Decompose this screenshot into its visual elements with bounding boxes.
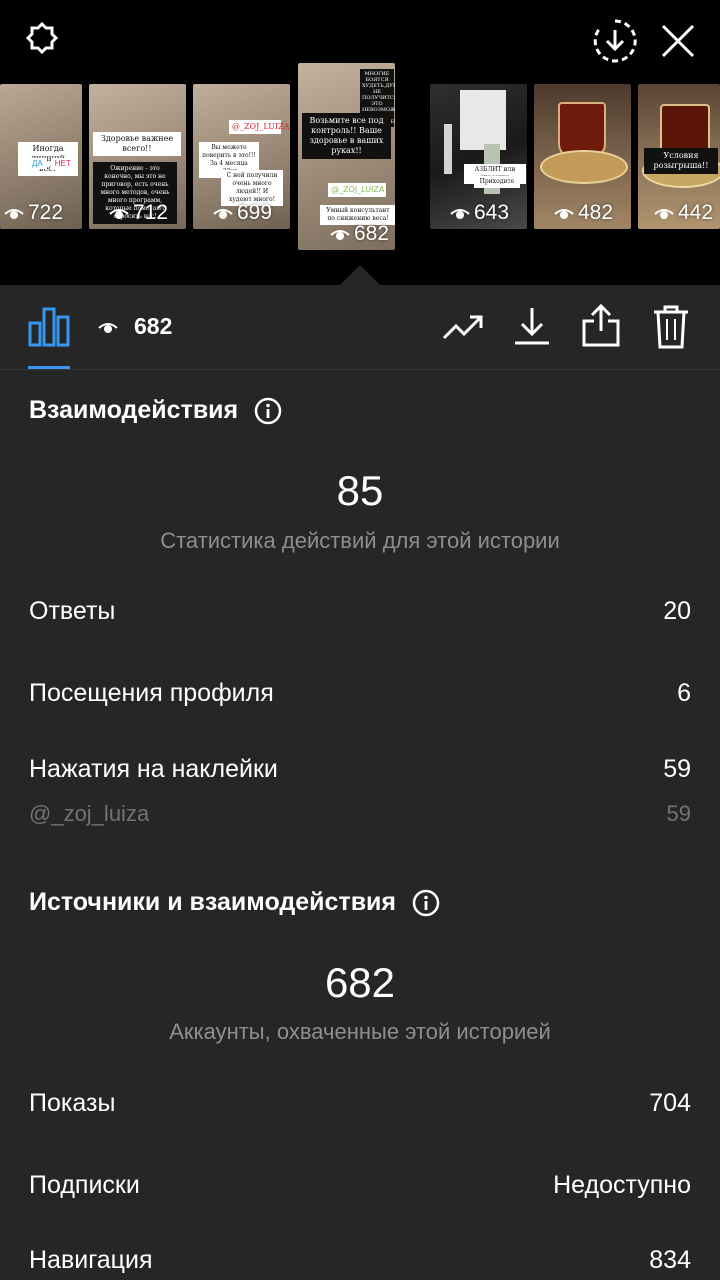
stat-value: 704 [649,1089,691,1117]
stat-label: Посещения профиля [29,679,274,707]
interactions-subtitle: Статистика действий для этой истории [160,528,560,553]
bar-chart-icon[interactable] [28,307,70,347]
thumbnail-views: 722 [4,201,63,225]
eye-icon [554,209,574,219]
interactions-total: 85 [336,467,384,514]
eye-icon [4,209,24,219]
story-thumbnail[interactable]: Здоровье важнее всего!! Ожирение - это к… [89,84,186,229]
stat-value: 834 [649,1246,691,1274]
active-tab-indicator [28,366,70,369]
story-thumbnail-selected[interactable]: МНОГИЕ БОЯТСЯ ХУДЕТЬ,ДУМАЯ,ЧТО НЕ ПОЛУЧИ… [298,63,395,250]
stat-label: Нажатия на наклейки [29,755,278,783]
stat-value: 6 [677,679,691,707]
thumbnail-views: 712 [109,201,168,225]
thumbnail-caption: @_ZOJ_LUIZA [229,120,289,134]
stat-value: Недоступно [553,1171,691,1199]
sources-total: 682 [324,959,396,1006]
story-thumbnail[interactable]: @_ZOJ_LUIZA Вы можете поверить в это!!! … [193,84,290,229]
thumbnail-caption: Здоровье важнее всего!! [93,132,181,156]
sources-title: Источники и взаимодействия [29,888,440,917]
stat-value: 59 [666,801,691,826]
thumbnail-views: 482 [554,201,613,225]
poll-yes: ДА [28,158,47,169]
sources-subtitle: Аккаунты, охваченные этой историей [169,1019,551,1044]
story-thumbnail[interactable]: 482 [534,84,631,229]
stat-value: 59 [663,755,691,783]
story-thumbnail[interactable]: АЗБЛИТ или спасение Приходите 643 [430,84,527,229]
thumbnail-caption: @_ZOJ_LUIZA [328,183,386,197]
story-thumbnail[interactable]: Иногда лишний вес? ДА НЕТ 722 [0,84,82,229]
stat-label: Показы [29,1089,116,1117]
stat-row-replies: Ответы 20 [29,597,691,626]
stat-row-follows: Подписки Недоступно [29,1171,691,1200]
views-count-value: 682 [134,313,173,339]
thumbnail-caption: Возьмите все под контроль!! Ваше здоровь… [302,113,391,159]
stat-row-profile-visits: Посещения профиля 6 [29,679,691,708]
share-icon[interactable] [582,303,620,347]
thumbnail-views: 682 [330,222,389,246]
thumbnail-caption: Приходите [474,176,520,188]
download-icon[interactable] [513,306,551,346]
stat-label: Подписки [29,1171,140,1199]
thumbnail-views: 699 [213,201,272,225]
trending-up-icon[interactable] [442,312,484,342]
story-thumbnail[interactable]: Условия розыгрыша!! 442 [638,84,720,229]
eye-icon [98,322,118,333]
selected-pointer [340,265,380,285]
section-title-text: Источники и взаимодействия [29,888,397,916]
stat-label: Ответы [29,597,116,625]
stat-row-sticker-taps: Нажатия на наклейки 59 [29,755,691,784]
eye-icon [654,209,674,219]
stat-value: 20 [663,597,691,625]
stat-label: Навигация [29,1246,153,1274]
thumbnail-caption: Условия розыгрыша!! [644,148,718,174]
poll-no: НЕТ [50,158,75,169]
stat-row-impressions: Показы 704 [29,1089,691,1118]
trash-icon[interactable] [652,305,690,349]
eye-icon [330,230,350,240]
stat-row-mention-sticker: @_zoj_luiza 59 [29,801,691,827]
thumbnail-views: 643 [450,201,509,225]
section-title-text: Взаимодействия [29,396,239,424]
thumbnail-views: 442 [654,201,713,225]
eye-icon [213,209,233,219]
stat-label: @_zoj_luiza [29,801,150,826]
info-icon[interactable] [254,397,282,425]
stat-row-navigation: Навигация 834 [29,1246,691,1275]
views-count: 682 [98,313,172,340]
interactions-title: Взаимодействия [29,396,282,425]
eye-icon [109,209,129,219]
info-icon[interactable] [412,889,440,917]
eye-icon [450,209,470,219]
